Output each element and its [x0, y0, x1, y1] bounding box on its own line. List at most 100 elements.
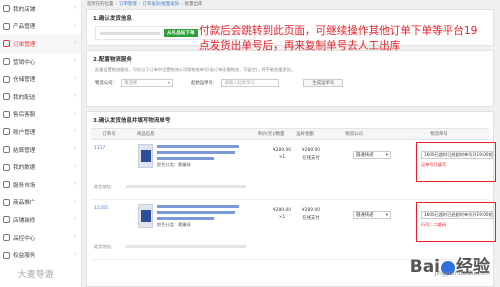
chevron-right-icon: ›	[74, 145, 76, 152]
watermark: 大麦导游	[18, 270, 55, 280]
sidebar-item-settlement[interactable]: 结算管理 ›	[0, 141, 81, 159]
sidebar-item-market[interactable]: 服务市场 ›	[0, 176, 81, 194]
sidebar-item-marketing[interactable]: 营销中心 ›	[0, 53, 81, 71]
chevron-right-icon: ›	[74, 163, 76, 170]
data-icon	[3, 163, 10, 171]
chevron-right-icon: ›	[74, 251, 76, 258]
chevron-right-icon: ›	[74, 110, 76, 117]
chevron-right-icon: ›	[74, 40, 76, 47]
highlight-box: 1600已超时已经超时单号开19:00前出 运单号已填写	[416, 142, 496, 182]
chevron-right-icon: ›	[74, 198, 76, 205]
product-title[interactable]	[157, 145, 239, 163]
chevron-right-icon: ›	[74, 22, 76, 29]
sidebar-item-warehouse[interactable]: 仓储管理 ›	[0, 70, 81, 88]
courier-select[interactable]: 圆通快递 ▾	[353, 211, 391, 219]
order-number[interactable]: 1117	[94, 146, 105, 151]
product-icon	[3, 22, 10, 30]
sidebar-item-label: 权益服务	[13, 253, 36, 260]
sidebar-item-store[interactable]: 我的店铺 ›	[0, 0, 81, 18]
sidebar-item-decorate[interactable]: 店铺装修 ›	[0, 211, 81, 229]
market-icon	[3, 181, 10, 189]
sidebar-item-label: 营销中心	[13, 59, 36, 66]
store-icon	[3, 5, 10, 13]
sidebar-item-quality[interactable]: 品控中心 ›	[0, 229, 81, 247]
sidebar-item-benefit[interactable]: 权益服务 ›	[0, 246, 81, 264]
annotation-callout: 付款后会跳转到此页面，可继续操作其他订单下单等平台19点发货出单号后，再来复制单…	[199, 25, 478, 52]
sidebar-item-service[interactable]: 售后客服 ›	[0, 106, 81, 124]
product-thumbnail[interactable]	[138, 204, 153, 228]
start-number-label: 起始运单号：	[190, 81, 218, 86]
chevron-right-icon: ›	[74, 57, 76, 64]
col-order-no: 订单号	[102, 132, 116, 137]
breadcrumb-current: 批量出库	[184, 2, 203, 7]
unit-price: ¥289.00	[272, 148, 292, 153]
chevron-right-icon: ›	[74, 128, 76, 135]
sidebar-item-product[interactable]: 产品管理 ›	[0, 18, 81, 36]
delivery-icon	[3, 93, 10, 101]
chevron-down-icon: ▾	[385, 212, 388, 218]
baidu-jingyan-logo: Bai 经验 jingyan.baidu.com	[409, 257, 490, 277]
pay-status: 在线支付	[302, 156, 320, 161]
section2-title: 2.配置物流服务	[93, 57, 132, 63]
sidebar-item-label: 品控中心	[13, 235, 36, 242]
sidebar-item-label: 我的店铺	[13, 6, 36, 13]
sidebar-item-label: 服务市场	[13, 182, 36, 189]
decorate-icon	[3, 216, 10, 224]
sidebar-item-label: 售后客服	[13, 112, 36, 119]
product-thumbnail[interactable]	[138, 144, 153, 168]
chevron-right-icon: ›	[74, 92, 76, 99]
sidebar-item-label: 我的配送	[13, 94, 36, 101]
tracking-tip: 行号：二维码	[421, 222, 447, 227]
courier-select[interactable]: 圆通快递 ▾	[353, 151, 391, 159]
section3-title: 3.确认发货信息并填写物流单号	[93, 118, 171, 124]
sidebar-item-label: 订单管理	[13, 41, 36, 48]
promotion-icon	[3, 198, 10, 206]
col-courier: 物流公司	[345, 132, 363, 137]
tracking-number-input[interactable]: 1600已超时已经超时单号开19:00前出	[421, 211, 493, 219]
breadcrumb-order-management[interactable]: 订单管理	[119, 1, 137, 7]
account-icon	[3, 128, 10, 136]
order-number[interactable]: 11165	[94, 206, 108, 211]
quantity: ×1	[278, 215, 286, 220]
sidebar-item-label: 店铺装修	[13, 217, 36, 224]
tracking-tip: 运单号已填写	[421, 162, 447, 167]
col-price: 单价(元)/数量	[257, 132, 285, 137]
product-image	[140, 150, 151, 162]
tracking-number-input[interactable]: 1600已超时已经超时单号开19:00前出	[421, 151, 493, 159]
sidebar-item-account[interactable]: 账户管理 ›	[0, 123, 81, 141]
sidebar-item-data[interactable]: 我的数据 ›	[0, 158, 81, 176]
settlement-icon	[3, 146, 10, 154]
chevron-right-icon: ›	[74, 180, 76, 187]
orders-table-header: 订单号 商品信息 单价(元)/数量 运杆金额 物流公司 物流单号	[91, 128, 489, 140]
chevron-down-icon: ▾	[385, 152, 388, 158]
sidebar: 我的店铺 › 产品管理 › 订单管理 › 营销中心 › 仓储管理 › 我的配送 › 售后客服 › 账户管理 ›…	[0, 0, 82, 287]
product-variant: 颜色分类：雾霾绿	[157, 222, 191, 227]
generate-number-button[interactable]: 生成运单号	[303, 79, 344, 87]
chevron-right-icon: ›	[74, 233, 76, 240]
product-image	[140, 210, 151, 222]
col-tracking: 物流单号	[430, 132, 448, 137]
ship-amount: ¥289.00	[301, 208, 321, 213]
company-label: 物流公司：	[95, 81, 117, 86]
sidebar-item-label: 我的数据	[13, 165, 36, 172]
sidebar-item-label: 产品管理	[13, 24, 36, 31]
product-title[interactable]	[157, 205, 239, 223]
quality-icon	[3, 234, 10, 242]
sidebar-item-order[interactable]: 订单管理 ›	[0, 35, 81, 53]
unit-price: ¥289.00	[272, 208, 292, 213]
order-row: 1117 颜色分类：雾霾绿 ¥289.00 ×1 ¥289.00 在线支付 圆通…	[91, 140, 496, 200]
receiver-label: 收货地址：	[94, 244, 115, 249]
quantity: ×1	[278, 155, 286, 160]
breadcrumb-batch-ship[interactable]: 订单发货/批量发货	[142, 1, 179, 7]
receiver-address	[126, 185, 246, 188]
section-logistics: 2.配置物流服务 批量设置物流服务，可在以下订单中设置物流公司和物流单号(若订单…	[86, 50, 494, 107]
sidebar-item-promotion[interactable]: 商品推广 ›	[0, 194, 81, 212]
company-select[interactable]: 请选择 ▾	[120, 79, 173, 87]
order-icon	[3, 40, 10, 48]
sidebar-item-label: 商品推广	[13, 200, 36, 207]
benefit-icon	[3, 251, 10, 259]
sidebar-item-label: 结算管理	[13, 147, 36, 154]
start-number-input[interactable]: 请输入起始单号	[221, 79, 280, 87]
chevron-right-icon: ›	[74, 216, 76, 223]
sidebar-item-delivery[interactable]: 我的配送 ›	[0, 88, 81, 106]
